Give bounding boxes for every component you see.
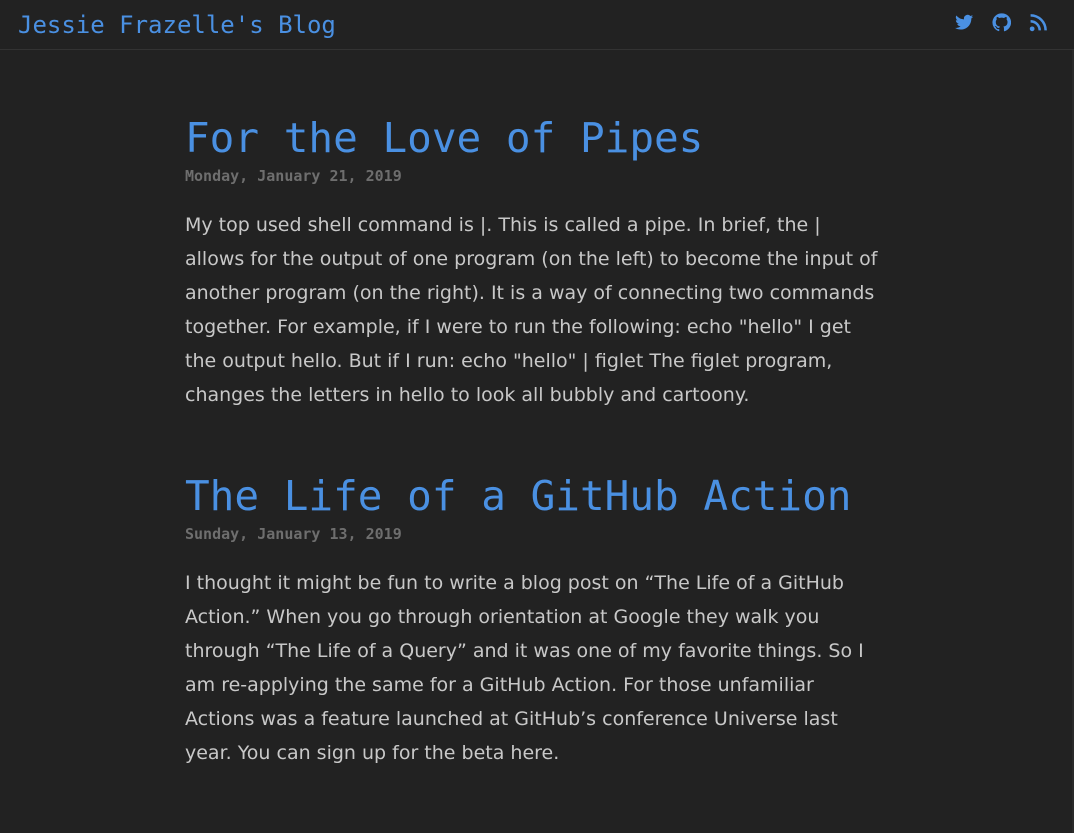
twitter-link[interactable] (955, 13, 974, 32)
github-link[interactable] (992, 13, 1011, 32)
rss-icon (1029, 14, 1047, 32)
post-item: The Life of a GitHub Action Sunday, Janu… (185, 468, 885, 770)
post-title-link[interactable]: For the Love of Pipes (185, 110, 885, 166)
post-date: Sunday, January 13, 2019 (185, 525, 402, 543)
github-icon (992, 13, 1011, 32)
post-excerpt: My top used shell command is |. This is … (185, 214, 878, 406)
post-date: Monday, January 21, 2019 (185, 167, 402, 185)
post-excerpt: I thought it might be fun to write a blo… (185, 572, 864, 764)
twitter-icon (955, 14, 974, 30)
rss-link[interactable] (1029, 13, 1048, 32)
post-list: For the Love of Pipes Monday, January 21… (185, 110, 885, 826)
post-title-link[interactable]: The Life of a GitHub Action (185, 468, 885, 524)
post-item: For the Love of Pipes Monday, January 21… (185, 110, 885, 412)
site-title-link[interactable]: Jessie Frazelle's Blog (18, 11, 336, 39)
social-links (955, 13, 1048, 32)
top-navigation-bar: Jessie Frazelle's Blog (0, 0, 1074, 50)
